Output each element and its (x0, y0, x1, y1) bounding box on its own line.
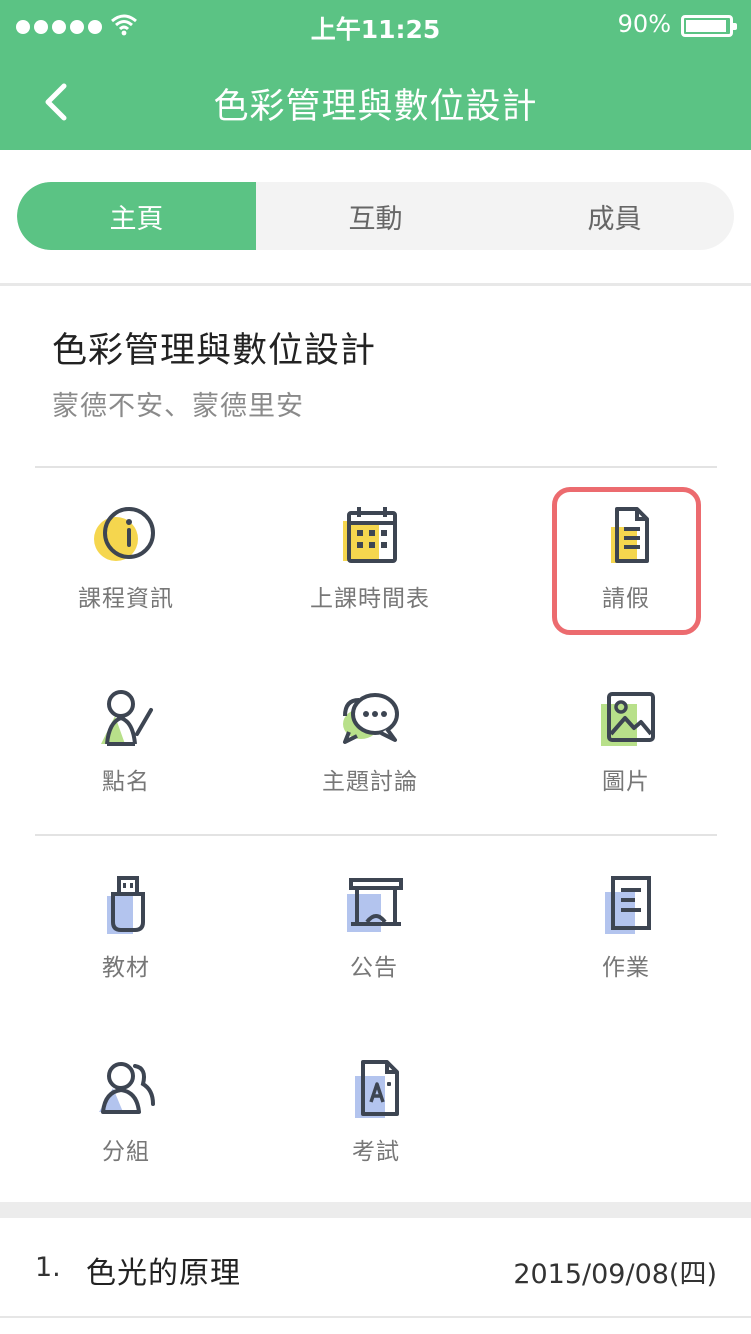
bulletin-board-icon (347, 878, 403, 932)
feature-materials[interactable]: 教材 (6, 874, 246, 1034)
feature-images[interactable]: 圖片 (506, 688, 746, 848)
feature-announcement[interactable]: 公告 (254, 874, 494, 1034)
highlight-frame (552, 487, 701, 635)
feature-label: 教材 (102, 955, 150, 981)
feature-roll-call[interactable]: 點名 (6, 688, 246, 848)
calendar-icon (343, 507, 397, 563)
image-icon (601, 692, 655, 746)
usb-drive-icon (107, 876, 145, 934)
section-separator (0, 283, 751, 286)
battery-icon (681, 15, 737, 37)
tab-interaction[interactable]: 互動 (256, 182, 495, 250)
feature-exam[interactable]: 考試 (256, 1058, 496, 1218)
list-item[interactable]: 1. 色光的原理 2015/09/08(四) (0, 1218, 751, 1318)
feature-label: 點名 (102, 769, 150, 795)
feature-label: 上課時間表 (310, 586, 430, 612)
segmented-tabs: 主頁 互動 成員 (17, 182, 734, 250)
notebook-icon (605, 876, 651, 934)
feature-course-info[interactable]: 課程資訊 (6, 505, 246, 665)
lesson-date: 2015/09/08(四) (513, 1259, 717, 1290)
feature-label: 主題討論 (322, 769, 418, 795)
feature-label: 圖片 (602, 769, 650, 795)
section-separator (0, 1202, 751, 1218)
tab-members[interactable]: 成員 (495, 182, 734, 250)
info-icon (94, 507, 155, 561)
course-teachers: 蒙德不安、蒙德里安 (52, 391, 304, 422)
course-title: 色彩管理與數位設計 (52, 331, 377, 371)
feature-label: 課程資訊 (78, 586, 174, 612)
feature-homework[interactable]: 作業 (506, 874, 746, 1034)
lesson-title: 色光的原理 (86, 1256, 241, 1291)
feature-label: 考試 (352, 1139, 400, 1165)
feature-schedule[interactable]: 上課時間表 (250, 505, 490, 665)
battery-percentage: 90% (617, 10, 671, 38)
top-bar: 上午11:25 90% 色彩管理與數位設計 (0, 0, 751, 150)
tab-home[interactable]: 主頁 (17, 182, 256, 250)
divider (35, 834, 717, 836)
lesson-number: 1. (35, 1252, 61, 1283)
group-icon (99, 1062, 155, 1114)
feature-label: 作業 (602, 955, 650, 981)
page-title: 色彩管理與數位設計 (213, 87, 538, 127)
feature-label: 公告 (350, 955, 398, 981)
exam-paper-icon (355, 1060, 399, 1118)
feature-groups[interactable]: 分組 (6, 1058, 246, 1218)
feature-label: 分組 (102, 1139, 150, 1165)
chat-bubbles-icon (343, 693, 399, 744)
feature-discussion[interactable]: 主題討論 (250, 688, 490, 848)
divider (35, 466, 717, 468)
roll-call-icon (101, 690, 153, 746)
status-bar: 上午11:25 90% (0, 0, 751, 50)
